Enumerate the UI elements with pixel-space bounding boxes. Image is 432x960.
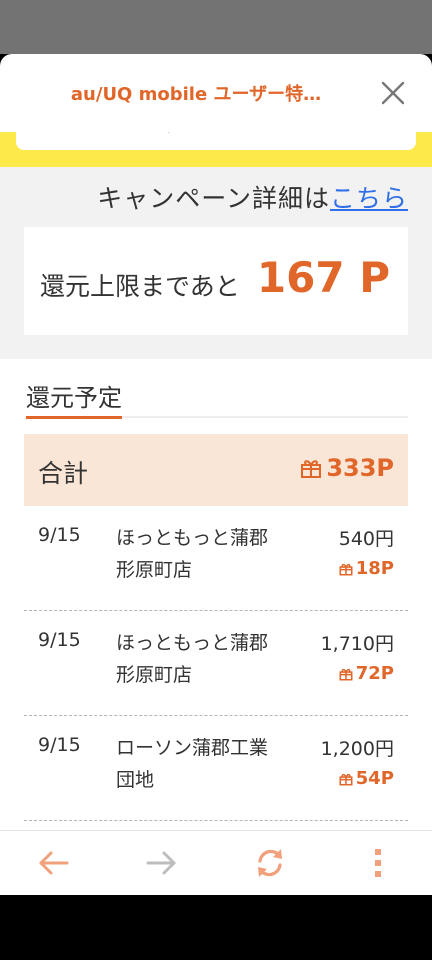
total-label: 合計 [38,459,89,488]
system-navigation-bar [0,895,432,960]
transaction-date: 9/15 [38,524,81,546]
transaction-date: 9/15 [38,629,81,651]
close-icon[interactable] [380,80,406,106]
section-underline [26,416,122,419]
gift-icon [339,773,353,785]
transaction-points-value: 54P [355,768,394,789]
transaction-points: 72P [339,663,394,684]
transaction-store: ほっともっと蒲郡形原町店 [116,527,269,581]
campaign-detail-link[interactable]: こちら [330,184,408,213]
arrow-left-icon[interactable] [36,845,72,881]
page-title: au/UQ mobile ユーザー特… [70,84,322,105]
status-bar [0,0,432,54]
transaction-amount: 1,200円 [320,738,394,760]
transaction-store: ローソン蒲郡工業団地 [116,737,269,791]
gift-icon [301,460,322,478]
total-row: 合計 333P [24,434,408,506]
browser-toolbar [0,830,432,895]
limit-label: 還元上限まであと [40,272,240,301]
modal-header: au/UQ mobile ユーザー特… [0,54,432,132]
section-title: 還元予定 [26,384,122,412]
campaign-detail-line: キャンペーン詳細はこちら [97,179,408,215]
transaction-amount: 1,710円 [320,633,394,655]
transaction-date: 9/15 [38,734,81,756]
transaction-amount: 540円 [338,528,394,550]
limit-value: 167 P [256,253,390,302]
more-vertical-icon[interactable] [360,845,396,881]
transaction-row[interactable]: 9/15 ほっともっと蒲郡形原町店 1,710円 72P [24,611,408,716]
summary-area: キャンペーン詳細はこちら 還元上限まであと 167 P [0,167,432,359]
total-points-value: 333P [326,454,394,482]
total-points: 333P [300,454,394,482]
transaction-points-value: 18P [355,558,394,579]
gift-icon [339,668,353,680]
transaction-points: 54P [339,768,394,789]
gift-icon [339,563,353,575]
limit-card: 還元上限まであと 167 P [24,227,408,335]
transaction-points: 18P [339,558,394,579]
scroll-content[interactable]: ※au：最大5%、UQ mobile：最大3%、還元上限・条件あり キャンペーン… [0,124,432,830]
arrow-right-icon[interactable] [143,845,179,881]
campaign-detail-label: キャンペーン詳細は [97,184,330,213]
transaction-row[interactable]: 9/15 ローソン蒲郡工業団地 1,200円 54P [24,716,408,821]
transaction-row[interactable]: 9/15 ほっともっと蒲郡形原町店 540円 18P [24,506,408,611]
transaction-points-value: 72P [355,663,394,684]
reload-icon[interactable] [252,845,288,881]
transaction-store: ほっともっと蒲郡形原町店 [116,632,269,686]
